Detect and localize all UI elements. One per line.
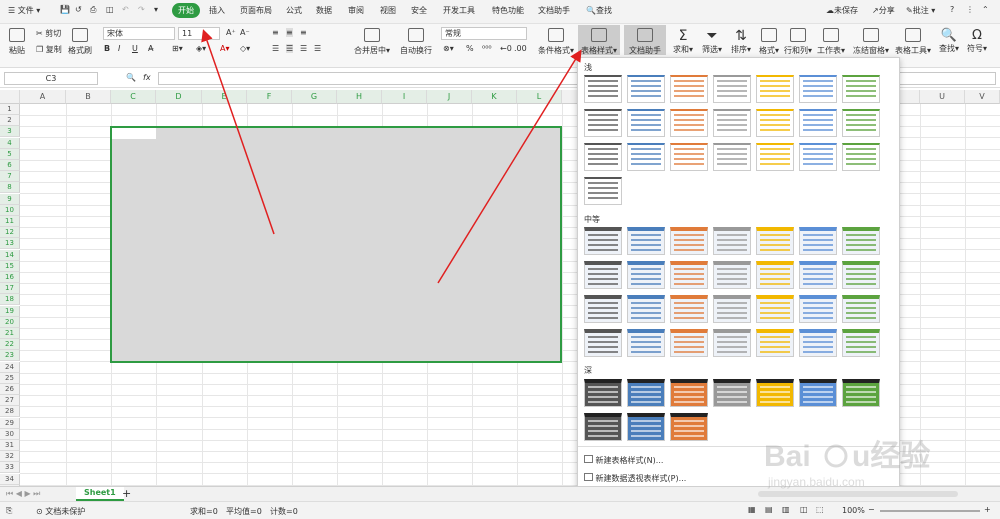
arrow-to-table-style — [437, 49, 582, 284]
annotation-arrows — [201, 29, 582, 284]
arrow-to-home-tab — [201, 29, 275, 235]
